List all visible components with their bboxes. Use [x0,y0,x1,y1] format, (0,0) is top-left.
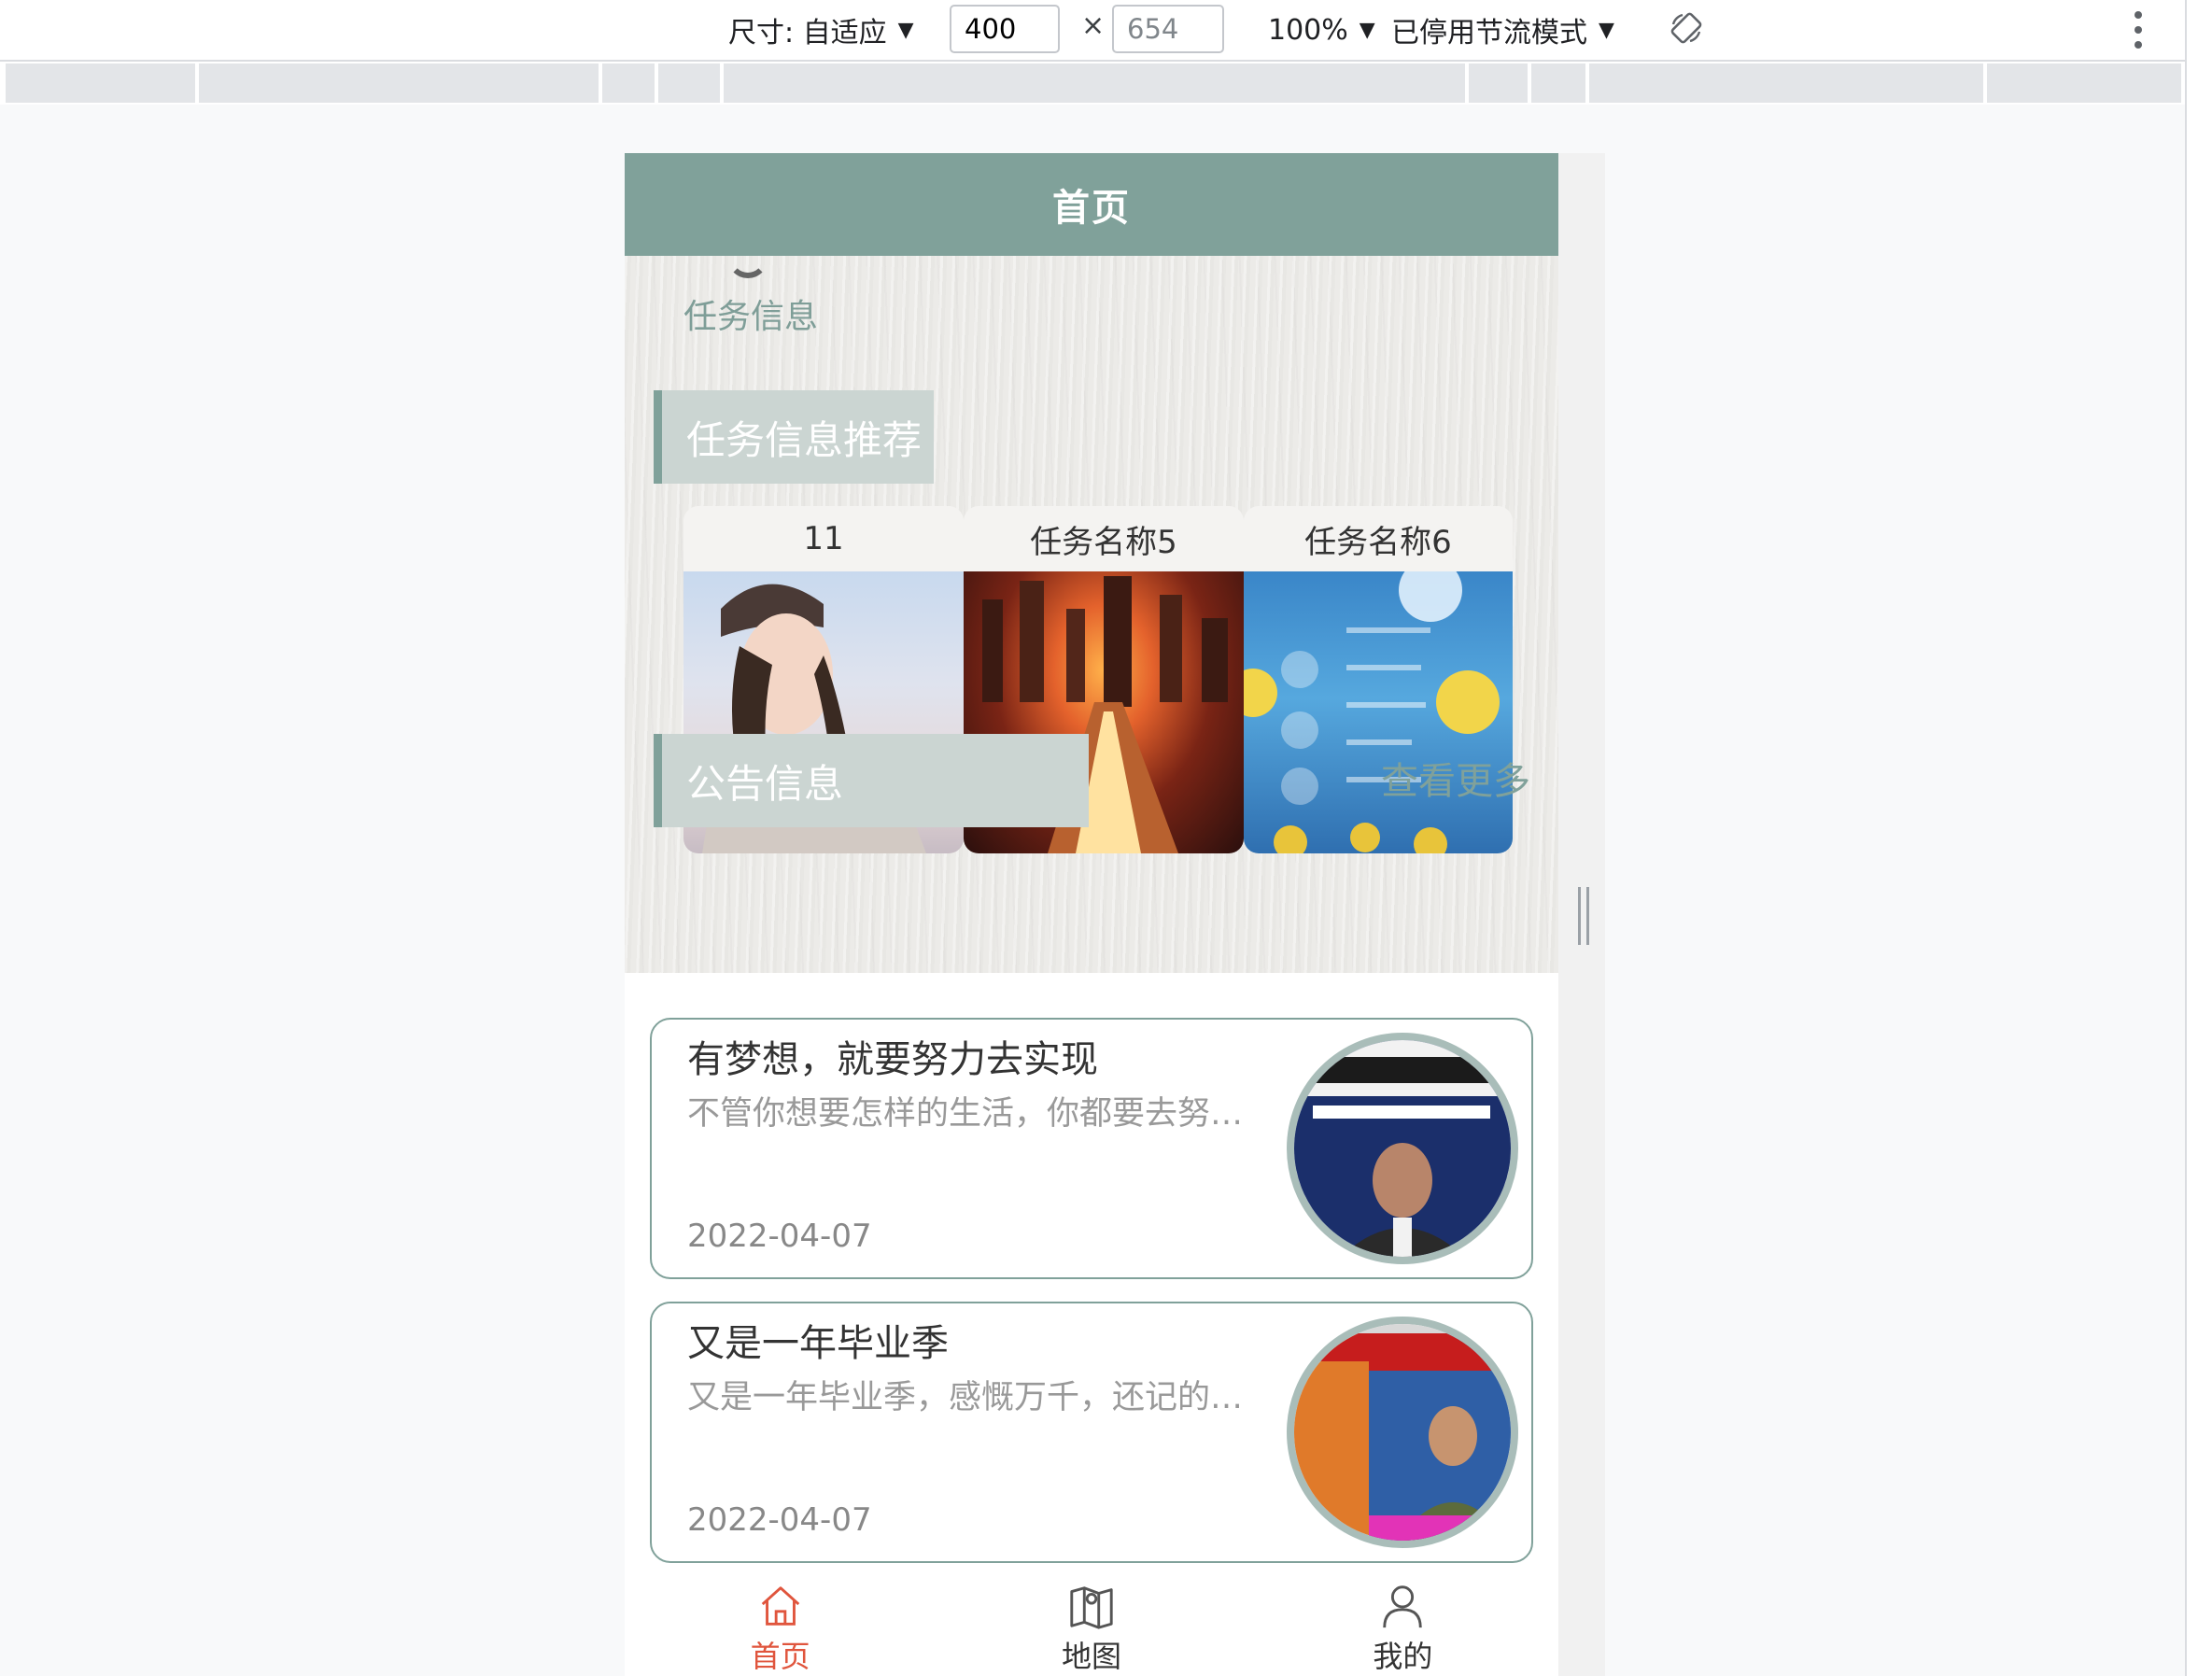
app-header: 首页 [625,153,1558,256]
throttle-dropdown[interactable]: 已停用节流模式 ▼ [1391,0,1614,60]
notice-section-header: 公告信息 [654,734,1089,827]
notice-title: 有梦想，就要努力去实现 [687,1038,1098,1081]
tab-map-label: 地图 [1061,1639,1121,1674]
tab-home[interactable]: 首页 [625,1564,936,1676]
throttle-label: 已停用节流模式 [1391,17,1587,49]
recommend-card-title: 11 [683,506,964,571]
user-icon [1383,1585,1423,1628]
notice-date: 2022-04-07 [687,1501,872,1539]
dimensions-label: 尺寸: 自适应 [728,17,887,49]
textured-background: 任务信息 任务信息推荐 11 任务名称5 任务名称6 公告信息 查看更多 [625,256,1558,973]
chevron-down-icon: ▼ [1359,18,1375,42]
device-toolbar: 尺寸: 自适应 ▼ 400 × 654 100% ▼ 已停用节流模式 ▼ [0,0,2185,62]
recommend-card-title: 任务名称5 [964,506,1244,571]
zoom-dropdown[interactable]: 100% ▼ [1268,0,1375,60]
map-icon [1070,1586,1113,1629]
chevron-down-icon: ▼ [897,18,914,42]
notice-desc: 又是一年毕业季，感慨万千，还记的那年 [687,1379,1247,1416]
notice-title: 又是一年毕业季 [687,1322,949,1365]
tab-mine-label: 我的 [1373,1639,1433,1674]
notice-thumbnail [1287,1033,1518,1264]
notice-card[interactable]: 有梦想，就要努力去实现 不管你想要怎样的生活，你都要去努力争取 2022-04-… [650,1018,1533,1279]
notice-desc: 不管你想要怎样的生活，你都要去努力争取 [687,1095,1247,1133]
recommend-section-title: 任务信息推荐 [686,416,923,463]
chevron-down-icon: ▼ [1599,18,1614,42]
times-sign: × [1081,9,1106,42]
notice-section-title: 公告信息 [686,760,844,807]
devtools-side-panel [2185,0,2212,1676]
more-options-icon[interactable] [2133,11,2144,49]
notice-card[interactable]: 又是一年毕业季 又是一年毕业季，感慨万千，还记的那年 2022-04-07 [650,1302,1533,1563]
task-info-link[interactable]: 任务信息 [683,289,818,338]
phone-viewport: 首页 任务信息 任务信息推荐 11 任务名称5 任务名称6 公告信息 查看更多 … [625,153,1558,1676]
recommend-card-title: 任务名称6 [1244,506,1513,571]
resize-handle[interactable] [1578,887,1589,945]
bottom-tab-bar: 首页 地图 我的 [625,1564,1558,1676]
recommend-section-header: 任务信息推荐 [654,390,934,484]
media-query-bar[interactable] [6,63,2181,103]
tab-map[interactable]: 地图 [936,1564,1247,1676]
notice-date: 2022-04-07 [687,1218,872,1255]
home-icon [761,1586,799,1626]
dimensions-dropdown[interactable]: 尺寸: 自适应 ▼ [728,0,914,60]
rotate-icon[interactable] [1670,11,1703,45]
recommend-card-image [1244,571,1513,853]
tab-home-label: 首页 [750,1639,810,1674]
width-input[interactable]: 400 [950,5,1060,53]
view-more-link[interactable]: 查看更多 [1381,751,1530,805]
notice-thumbnail [1287,1317,1518,1548]
tab-mine[interactable]: 我的 [1247,1564,1558,1676]
page-title: 首页 [1052,187,1131,230]
height-input[interactable]: 654 [1112,5,1224,53]
zoom-label: 100% [1268,13,1348,47]
